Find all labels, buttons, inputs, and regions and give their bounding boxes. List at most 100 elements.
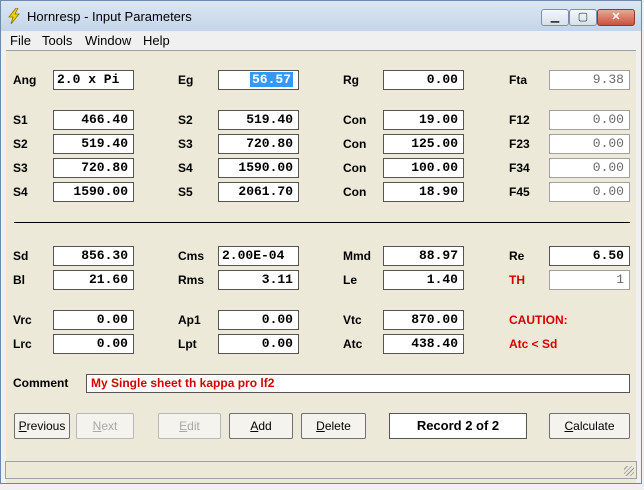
con4-field[interactable]: 18.90 — [383, 182, 464, 202]
lpt-label: Lpt — [178, 337, 197, 351]
menu-help[interactable]: Help — [143, 33, 170, 48]
s3-row-label: S3 — [13, 161, 28, 175]
resize-grip-icon[interactable] — [624, 466, 634, 476]
menu-bar: File Tools Window Help — [1, 31, 641, 49]
previous-rest: revious — [26, 419, 66, 433]
con3-field[interactable]: 100.00 — [383, 158, 464, 178]
th-field: 1 — [549, 270, 630, 290]
vrc-field[interactable]: 0.00 — [53, 310, 134, 330]
s5-field[interactable]: 2061.70 — [218, 182, 299, 202]
sd-label: Sd — [13, 249, 29, 263]
s2-label: S2 — [178, 113, 193, 127]
calculate-button[interactable]: Calculate — [549, 413, 630, 439]
th-label: TH — [509, 273, 525, 287]
f34-label: F34 — [509, 161, 530, 175]
lrc-field[interactable]: 0.00 — [53, 334, 134, 354]
cms-field[interactable]: 2.00E-04 — [218, 246, 299, 266]
atc-field[interactable]: 438.40 — [383, 334, 464, 354]
s2-field[interactable]: 519.40 — [218, 110, 299, 130]
add-rest: dd — [258, 419, 272, 433]
vtc-field[interactable]: 870.00 — [383, 310, 464, 330]
con2-field[interactable]: 125.00 — [383, 134, 464, 154]
next-rest: ext — [101, 419, 118, 433]
con2-label: Con — [343, 137, 367, 151]
menu-tools[interactable]: Tools — [42, 33, 72, 48]
hornresp-window: Hornresp - Input Parameters ▁ ▢ ✕ File T… — [0, 0, 642, 484]
close-button[interactable]: ✕ — [597, 9, 635, 26]
le-field[interactable]: 1.40 — [383, 270, 464, 290]
s4-row-label: S4 — [13, 185, 28, 199]
f12-label: F12 — [509, 113, 530, 127]
con4-label: Con — [343, 185, 367, 199]
delete-button[interactable]: Delete — [301, 413, 366, 439]
f12-field: 0.00 — [549, 110, 630, 130]
s5-label: S5 — [178, 185, 193, 199]
caution-title: CAUTION: — [509, 313, 568, 327]
rg-label: Rg — [343, 73, 359, 87]
record-indicator: Record 2 of 2 — [389, 413, 527, 439]
next-button[interactable]: Next — [76, 413, 134, 439]
eg-field[interactable]: 56.57 — [218, 70, 299, 90]
s2-row-field[interactable]: 519.40 — [53, 134, 134, 154]
caution-message: Atc < Sd — [509, 337, 558, 351]
fta-field: 9.38 — [549, 70, 630, 90]
window-title: Hornresp - Input Parameters — [27, 9, 192, 24]
mmd-field[interactable]: 88.97 — [383, 246, 464, 266]
s3-label: S3 — [178, 137, 193, 151]
add-button[interactable]: Add — [229, 413, 293, 439]
delete-accel: D — [316, 419, 325, 433]
f45-field: 0.00 — [549, 182, 630, 202]
s2-row-label: S2 — [13, 137, 28, 151]
bl-label: Bl — [13, 273, 25, 287]
s4-row-field[interactable]: 1590.00 — [53, 182, 134, 202]
comment-field[interactable]: My Single sheet th kappa pro lf2 — [86, 374, 630, 393]
f23-field: 0.00 — [549, 134, 630, 154]
ap1-field[interactable]: 0.00 — [218, 310, 299, 330]
rms-label: Rms — [178, 273, 205, 287]
s4-label: S4 — [178, 161, 193, 175]
bl-field[interactable]: 21.60 — [53, 270, 134, 290]
edit-button[interactable]: Edit — [158, 413, 221, 439]
input-parameters-panel: Ang 2.0 x Pi Eg 56.57 Rg 0.00 Fta 9.38 S… — [6, 50, 636, 483]
ang-field[interactable]: 2.0 x Pi — [53, 70, 134, 90]
s3-field[interactable]: 720.80 — [218, 134, 299, 154]
close-icon: ✕ — [611, 11, 621, 23]
maximize-icon: ▢ — [577, 11, 589, 23]
con3-label: Con — [343, 161, 367, 175]
vrc-label: Vrc — [13, 313, 32, 327]
lightning-bolt-icon — [8, 8, 20, 24]
vtc-label: Vtc — [343, 313, 362, 327]
le-label: Le — [343, 273, 358, 287]
f23-label: F23 — [509, 137, 530, 151]
status-bar — [5, 461, 637, 479]
edit-rest: dit — [187, 419, 200, 433]
section-divider — [14, 222, 630, 223]
calculate-rest: alculate — [573, 419, 615, 433]
s4-field[interactable]: 1590.00 — [218, 158, 299, 178]
previous-button[interactable]: Previous — [14, 413, 70, 439]
minimize-button[interactable]: ▁ — [541, 9, 569, 26]
rg-field[interactable]: 0.00 — [383, 70, 464, 90]
s3-row-field[interactable]: 720.80 — [53, 158, 134, 178]
title-bar[interactable]: Hornresp - Input Parameters ▁ ▢ ✕ — [1, 1, 641, 31]
menu-window[interactable]: Window — [85, 33, 131, 48]
con1-label: Con — [343, 113, 367, 127]
fta-label: Fta — [509, 73, 527, 87]
maximize-button[interactable]: ▢ — [569, 9, 597, 26]
con1-field[interactable]: 19.00 — [383, 110, 464, 130]
sd-field[interactable]: 856.30 — [53, 246, 134, 266]
menu-file[interactable]: File — [10, 33, 31, 48]
re-field[interactable]: 6.50 — [549, 246, 630, 266]
rms-field[interactable]: 3.11 — [218, 270, 299, 290]
calculate-accel: C — [564, 419, 574, 433]
ap1-label: Ap1 — [178, 313, 201, 327]
s1-field[interactable]: 466.40 — [53, 110, 134, 130]
ang-label: Ang — [13, 73, 37, 87]
lpt-field[interactable]: 0.00 — [218, 334, 299, 354]
cms-label: Cms — [178, 249, 205, 263]
f45-label: F45 — [509, 185, 530, 199]
delete-rest: elete — [324, 419, 351, 433]
lrc-label: Lrc — [13, 337, 32, 351]
atc-label: Atc — [343, 337, 363, 351]
comment-label: Comment — [13, 376, 69, 390]
